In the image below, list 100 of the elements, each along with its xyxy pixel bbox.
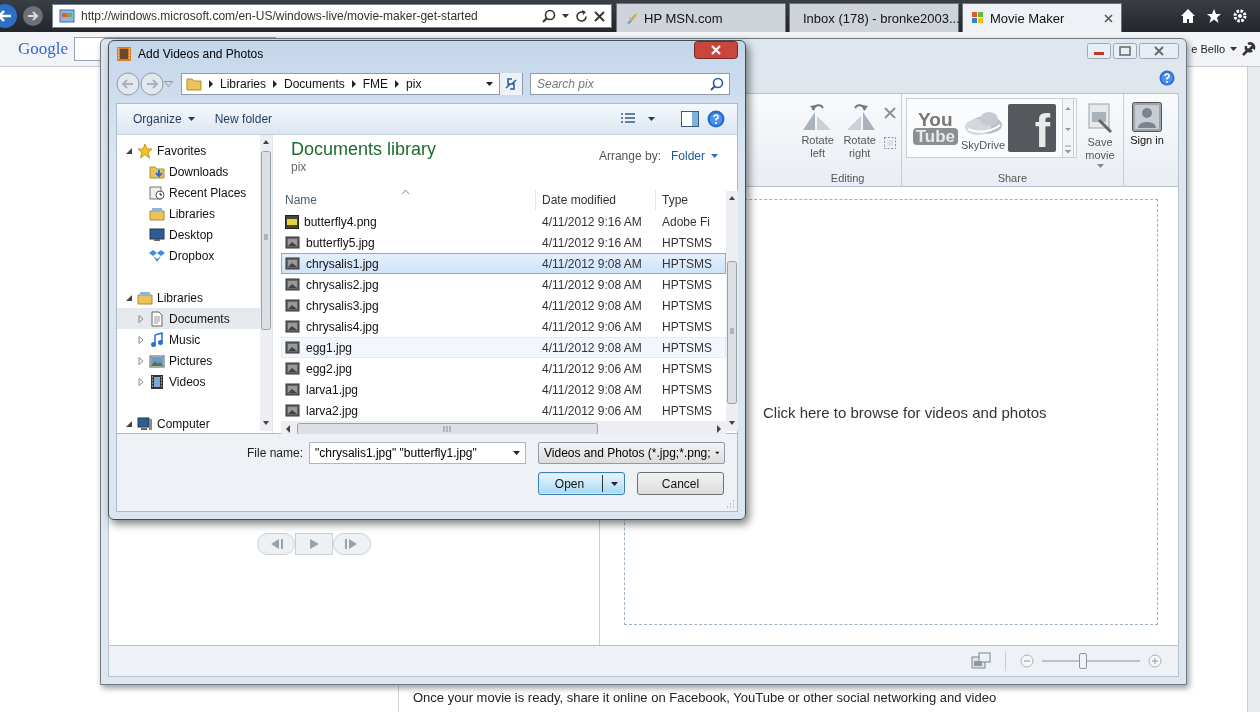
preview-pane-icon[interactable]	[681, 111, 699, 127]
file-name: chrysalis3.jpg	[306, 298, 379, 313]
recent-pages-icon[interactable]	[164, 81, 173, 87]
zoom-in-icon[interactable]	[1148, 654, 1162, 668]
zoom-out-icon[interactable]	[1020, 654, 1034, 668]
minimize-button[interactable]	[1087, 43, 1111, 59]
wrench-icon[interactable]	[1240, 41, 1256, 57]
maximize-button[interactable]	[1113, 43, 1137, 59]
chevron-icon	[350, 80, 357, 88]
help-icon[interactable]	[1159, 70, 1175, 86]
tree-item[interactable]: Libraries	[117, 287, 260, 308]
image-file-icon	[285, 235, 301, 250]
type-cell-text: HPTSMS	[661, 361, 713, 376]
file-row[interactable]: egg1.jpg 4/11/2012 9:08 AM HPTSMS	[281, 337, 726, 358]
close-button[interactable]	[1139, 43, 1179, 59]
computer-icon	[137, 415, 153, 432]
help-icon[interactable]	[707, 110, 725, 128]
file-row[interactable]: chrysalis1.jpg 4/11/2012 9:08 AM HPTSMS	[281, 253, 726, 274]
browser-tab[interactable]: HP MSN.com	[616, 3, 786, 32]
expanded-arrow-icon[interactable]	[125, 293, 133, 302]
file-name-field[interactable]: "chrysalis1.jpg" "butterfly1.jpg"	[309, 442, 526, 464]
tree-item[interactable]: Documents	[117, 308, 260, 329]
expanded-arrow-icon[interactable]	[125, 146, 133, 155]
collapsed-arrow-icon[interactable]	[137, 314, 145, 323]
search-field[interactable]: Search pix	[530, 73, 730, 95]
collapsed-arrow-icon[interactable]	[137, 377, 145, 386]
ribbon-button[interactable]: Rotate right	[840, 98, 879, 160]
resize-grip-icon[interactable]	[725, 499, 735, 509]
address-text: http://windows.microsoft.com/en-US/windows-live/movie-maker-get-started	[81, 9, 479, 23]
storyboard-prompt[interactable]: Click here to browse for videos and photos	[763, 403, 1047, 421]
browser-tab[interactable]: Movie Maker	[962, 3, 1122, 32]
play-button[interactable]	[295, 533, 333, 555]
breadcrumb-item[interactable]: pix	[406, 77, 422, 91]
page-icon	[59, 9, 75, 23]
tree-item[interactable]: Desktop	[117, 224, 260, 245]
toolbar-button[interactable]: New folder	[208, 109, 279, 129]
recent-places-icon	[149, 184, 165, 201]
refresh-button[interactable]	[499, 73, 522, 95]
select-all-icon[interactable]	[882, 136, 897, 150]
breadcrumb-item[interactable]: Documents	[284, 77, 345, 91]
close-icon[interactable]	[594, 10, 605, 22]
close-icon[interactable]	[1104, 13, 1113, 23]
tree-item[interactable]: Dropbox	[117, 245, 260, 266]
scroll-bar[interactable]	[726, 191, 738, 431]
file-type-dropdown[interactable]: Videos and Photos (*.jpg;*.png;	[538, 442, 725, 464]
tree-item[interactable]: Recent Places	[117, 182, 260, 203]
refresh-icon[interactable]	[575, 9, 588, 23]
tree-item[interactable]: Favorites	[117, 140, 260, 161]
chevron-icon	[394, 80, 401, 88]
ribbon-button[interactable]: Rotate left	[798, 98, 837, 160]
column-header[interactable]: Date modified	[536, 190, 656, 210]
group-label: Share	[997, 172, 1027, 184]
breadcrumb-item[interactable]: FME	[362, 77, 389, 91]
ribbon-button[interactable]: Save movie	[1081, 98, 1119, 168]
search-icon[interactable]	[542, 9, 556, 23]
type-cell-text: HPTSMS	[661, 235, 713, 250]
library-title: Documents library	[291, 139, 437, 160]
remove-icon[interactable]	[882, 106, 897, 120]
next-frame-button[interactable]	[333, 533, 371, 555]
thumbnail-size-icon[interactable]	[971, 652, 991, 670]
collapsed-arrow-icon[interactable]	[137, 335, 145, 344]
address-bar[interactable]: http://windows.microsoft.com/en-US/windows-live/movie-maker-get-started	[52, 4, 612, 28]
file-name: chrysalis4.jpg	[306, 319, 379, 334]
home-icon[interactable]	[1180, 8, 1196, 24]
tree-item[interactable]: Libraries	[117, 203, 260, 224]
tree-item[interactable]: Videos	[117, 371, 260, 392]
menu-button[interactable]: Organize	[127, 109, 201, 129]
caret-icon	[711, 154, 718, 158]
bird-icon	[625, 11, 639, 25]
breadcrumb-item[interactable]: Libraries	[220, 77, 267, 91]
settings-icon[interactable]	[1232, 8, 1248, 24]
scroll-bar[interactable]	[1062, 98, 1074, 158]
image-file-icon	[285, 340, 301, 355]
forward-button[interactable]	[22, 5, 44, 27]
scroll-bar[interactable]	[260, 135, 272, 431]
tree-item[interactable]: Computer	[117, 413, 260, 434]
tree-item[interactable]: Pictures	[117, 350, 260, 371]
facebook-logo[interactable]: f	[1008, 104, 1056, 152]
address-bar[interactable]: Libraries Documents FME pix	[181, 73, 523, 95]
file-name: chrysalis1.jpg	[306, 256, 379, 271]
caret-icon	[1096, 164, 1104, 168]
account-menu[interactable]: e Bello	[1191, 43, 1225, 55]
file-name: butterfly5.jpg	[306, 235, 375, 250]
split-button[interactable]: Open	[538, 472, 625, 495]
tree-item[interactable]: Music	[117, 329, 260, 350]
collapsed-arrow-icon[interactable]	[137, 356, 145, 365]
column-header[interactable]: Name	[282, 190, 536, 210]
previous-frame-button[interactable]	[257, 533, 295, 555]
dialog-button[interactable]: Cancel	[637, 472, 724, 495]
browser-tab[interactable]: Inbox (178) - bronke2003...	[789, 3, 959, 32]
image-file-icon	[285, 382, 301, 397]
arrange-dropdown[interactable]: Folder	[671, 149, 718, 163]
tree-item[interactable]: Downloads	[117, 161, 260, 182]
slider-thumb[interactable]	[1079, 653, 1088, 669]
close-button[interactable]	[694, 41, 738, 59]
scroll-bar[interactable]	[1247, 67, 1260, 712]
expanded-arrow-icon[interactable]	[125, 419, 133, 428]
star-icon[interactable]	[1206, 8, 1222, 24]
file-name: butterfly4.png	[304, 214, 377, 229]
sign-in-button[interactable]: Sign in	[1128, 98, 1166, 147]
